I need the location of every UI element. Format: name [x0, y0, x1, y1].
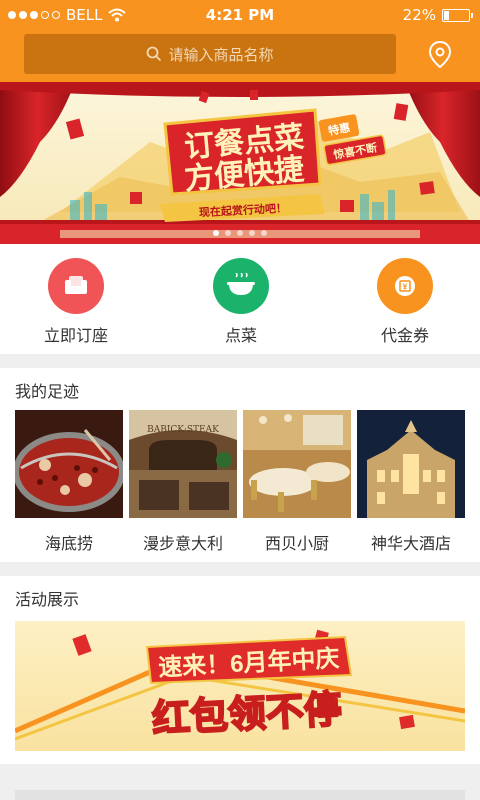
- location-pin-icon[interactable]: [428, 40, 452, 70]
- search-input[interactable]: 请输入商品名称: [24, 34, 396, 74]
- quick-action-circle: ¥: [377, 258, 433, 314]
- footprint-name: 西贝小厨: [264, 534, 329, 553]
- battery-icon: [442, 8, 473, 22]
- footprints-section: 我的足迹 海底捞 BABICK·STEAK 漫步意大利 西贝小厨 神华大酒店: [0, 368, 480, 562]
- activities-title: 活动展示: [15, 590, 80, 609]
- quick-action-circle: [213, 258, 269, 314]
- quick-action-label: 立即订座: [43, 326, 108, 345]
- app-header: BELL 4:21 PM 22% 请输入商品名称: [0, 0, 480, 82]
- svg-text:¥: ¥: [403, 283, 408, 292]
- footprint-name: 海底捞: [44, 534, 93, 553]
- quick-action-label: 点菜: [224, 326, 257, 345]
- hotel-building-photo: [357, 410, 465, 518]
- promo-banner[interactable]: 订餐点菜 方便快捷 特惠 惊喜不断 现在起赏行动吧！: [0, 82, 480, 244]
- voucher-icon: ¥: [395, 276, 415, 296]
- footprint-name: 神华大酒店: [370, 534, 451, 553]
- hotpot-photo: [15, 410, 123, 518]
- restaurant-sign-text: BABICK·STEAK: [147, 425, 219, 435]
- footprint-item[interactable]: 西贝小厨: [243, 410, 351, 554]
- quick-actions: 立即订座 点菜 ¥ 代金券: [0, 244, 480, 354]
- quick-action-label: 代金券: [380, 326, 429, 345]
- footprint-name: 漫步意大利: [142, 534, 223, 553]
- footprint-item[interactable]: BABICK·STEAK 漫步意大利: [129, 410, 237, 554]
- footprint-item[interactable]: 海底捞: [15, 410, 123, 554]
- banquet-hall-photo: [243, 410, 351, 518]
- next-section-edge: [15, 790, 465, 800]
- dish-icon: [227, 273, 255, 295]
- quick-action-reserve[interactable]: 立即订座: [16, 258, 136, 346]
- restaurant-interior-photo: BABICK·STEAK: [129, 410, 237, 518]
- quick-action-voucher[interactable]: ¥ 代金券: [345, 258, 465, 346]
- banner-illustration: 订餐点菜 方便快捷 特惠 惊喜不断 现在起赏行动吧！: [0, 82, 480, 244]
- armchair-icon: [65, 276, 87, 294]
- search-placeholder: 请输入商品名称: [168, 45, 274, 64]
- quick-action-circle: [48, 258, 104, 314]
- activity-promo-banner[interactable]: 速来！6月年中庆 红包领不停: [15, 621, 465, 751]
- battery-percent: 22%: [402, 6, 436, 24]
- banner-pagination[interactable]: [0, 230, 480, 236]
- footprints-title: 我的足迹: [15, 382, 80, 401]
- status-bar: BELL 4:21 PM 22%: [0, 0, 480, 30]
- footprint-item[interactable]: 神华大酒店: [357, 410, 465, 554]
- quick-action-order[interactable]: 点菜: [181, 258, 301, 346]
- activities-section: 活动展示 速来！6月年中庆 红包领不停: [0, 576, 480, 764]
- search-icon: [147, 46, 162, 62]
